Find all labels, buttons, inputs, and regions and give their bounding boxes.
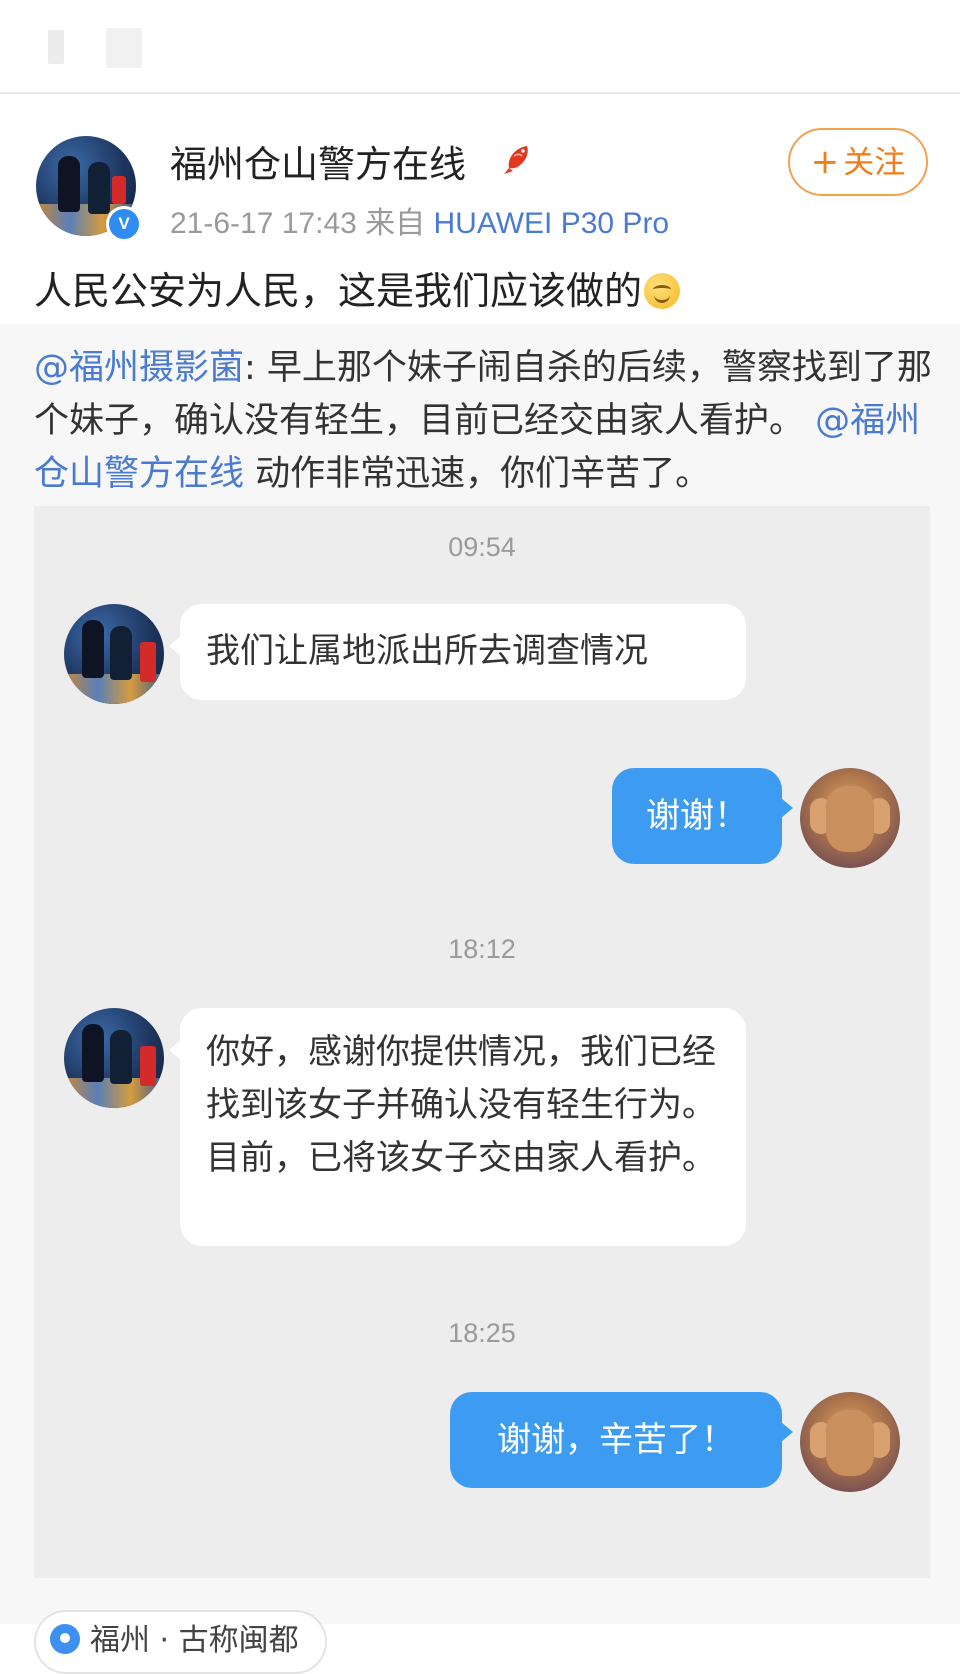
top-bar	[0, 0, 960, 94]
post-source-label: 来自	[365, 207, 426, 240]
police-avatar	[64, 604, 164, 704]
police-avatar	[64, 1008, 164, 1108]
user-avatar	[800, 1392, 900, 1492]
post-date: 21-6-17 17:43	[170, 207, 357, 240]
chat-timestamp: 18:12	[448, 934, 516, 964]
post-text: 人民公安为人民，这是我们应该做的	[34, 266, 681, 316]
title-placeholder-icon	[106, 28, 142, 68]
chat-bubble-police: 你好，感谢你提供情况，我们已经找到该女子并确认没有轻生行为。目前，已将该女子交由…	[169, 1008, 746, 1246]
chat-bubble-user: 谢谢！	[612, 768, 793, 864]
chat-screenshot-image[interactable]: 09:54 我们让属地派出所去调查情况 谢谢！ 18:12 你好，感谢你提供情况…	[34, 506, 930, 1578]
plus-icon: +	[810, 142, 840, 182]
mention-fuzhou-photo[interactable]: @福州摄影菌	[34, 348, 244, 388]
post-text-content: 人民公安为人民，这是我们应该做的	[34, 269, 643, 313]
back-icon[interactable]	[48, 30, 64, 64]
follow-button[interactable]: + 关注	[788, 128, 928, 196]
repost-text-part-2: 动作非常迅速，你们辛苦了。	[244, 454, 711, 494]
koi-fish-icon	[504, 146, 528, 174]
location-pin-icon	[50, 1624, 80, 1654]
user-avatar	[800, 768, 900, 868]
repost-text: @福州摄影菌: 早上那个妹子闹自杀的后续，警察找到了那个妹子，确认没有轻生，目前…	[34, 342, 934, 501]
chat-bubble-user: 谢谢，辛苦了！	[450, 1392, 793, 1488]
account-name[interactable]: 福州仓山警方在线	[170, 134, 466, 188]
smile-emoji-icon	[644, 273, 681, 309]
follow-label: 关注	[843, 145, 906, 181]
location-label: 福州 · 古称闽都	[90, 1623, 299, 1658]
post-device[interactable]: HUAWEI P30 Pro	[434, 207, 670, 240]
location-tag[interactable]: 福州 · 古称闽都	[34, 1610, 327, 1674]
verified-badge-icon: V	[106, 206, 142, 242]
post-meta: 21-6-17 17:43 来自 HUAWEI P30 Pro	[170, 198, 669, 242]
chat-timestamp: 18:25	[448, 1318, 516, 1348]
chat-timestamp: 09:54	[448, 532, 516, 562]
repost-block[interactable]: @福州摄影菌: 早上那个妹子闹自杀的后续，警察找到了那个妹子，确认没有轻生，目前…	[0, 324, 960, 1624]
chat-bubble-police: 我们让属地派出所去调查情况	[169, 604, 746, 700]
